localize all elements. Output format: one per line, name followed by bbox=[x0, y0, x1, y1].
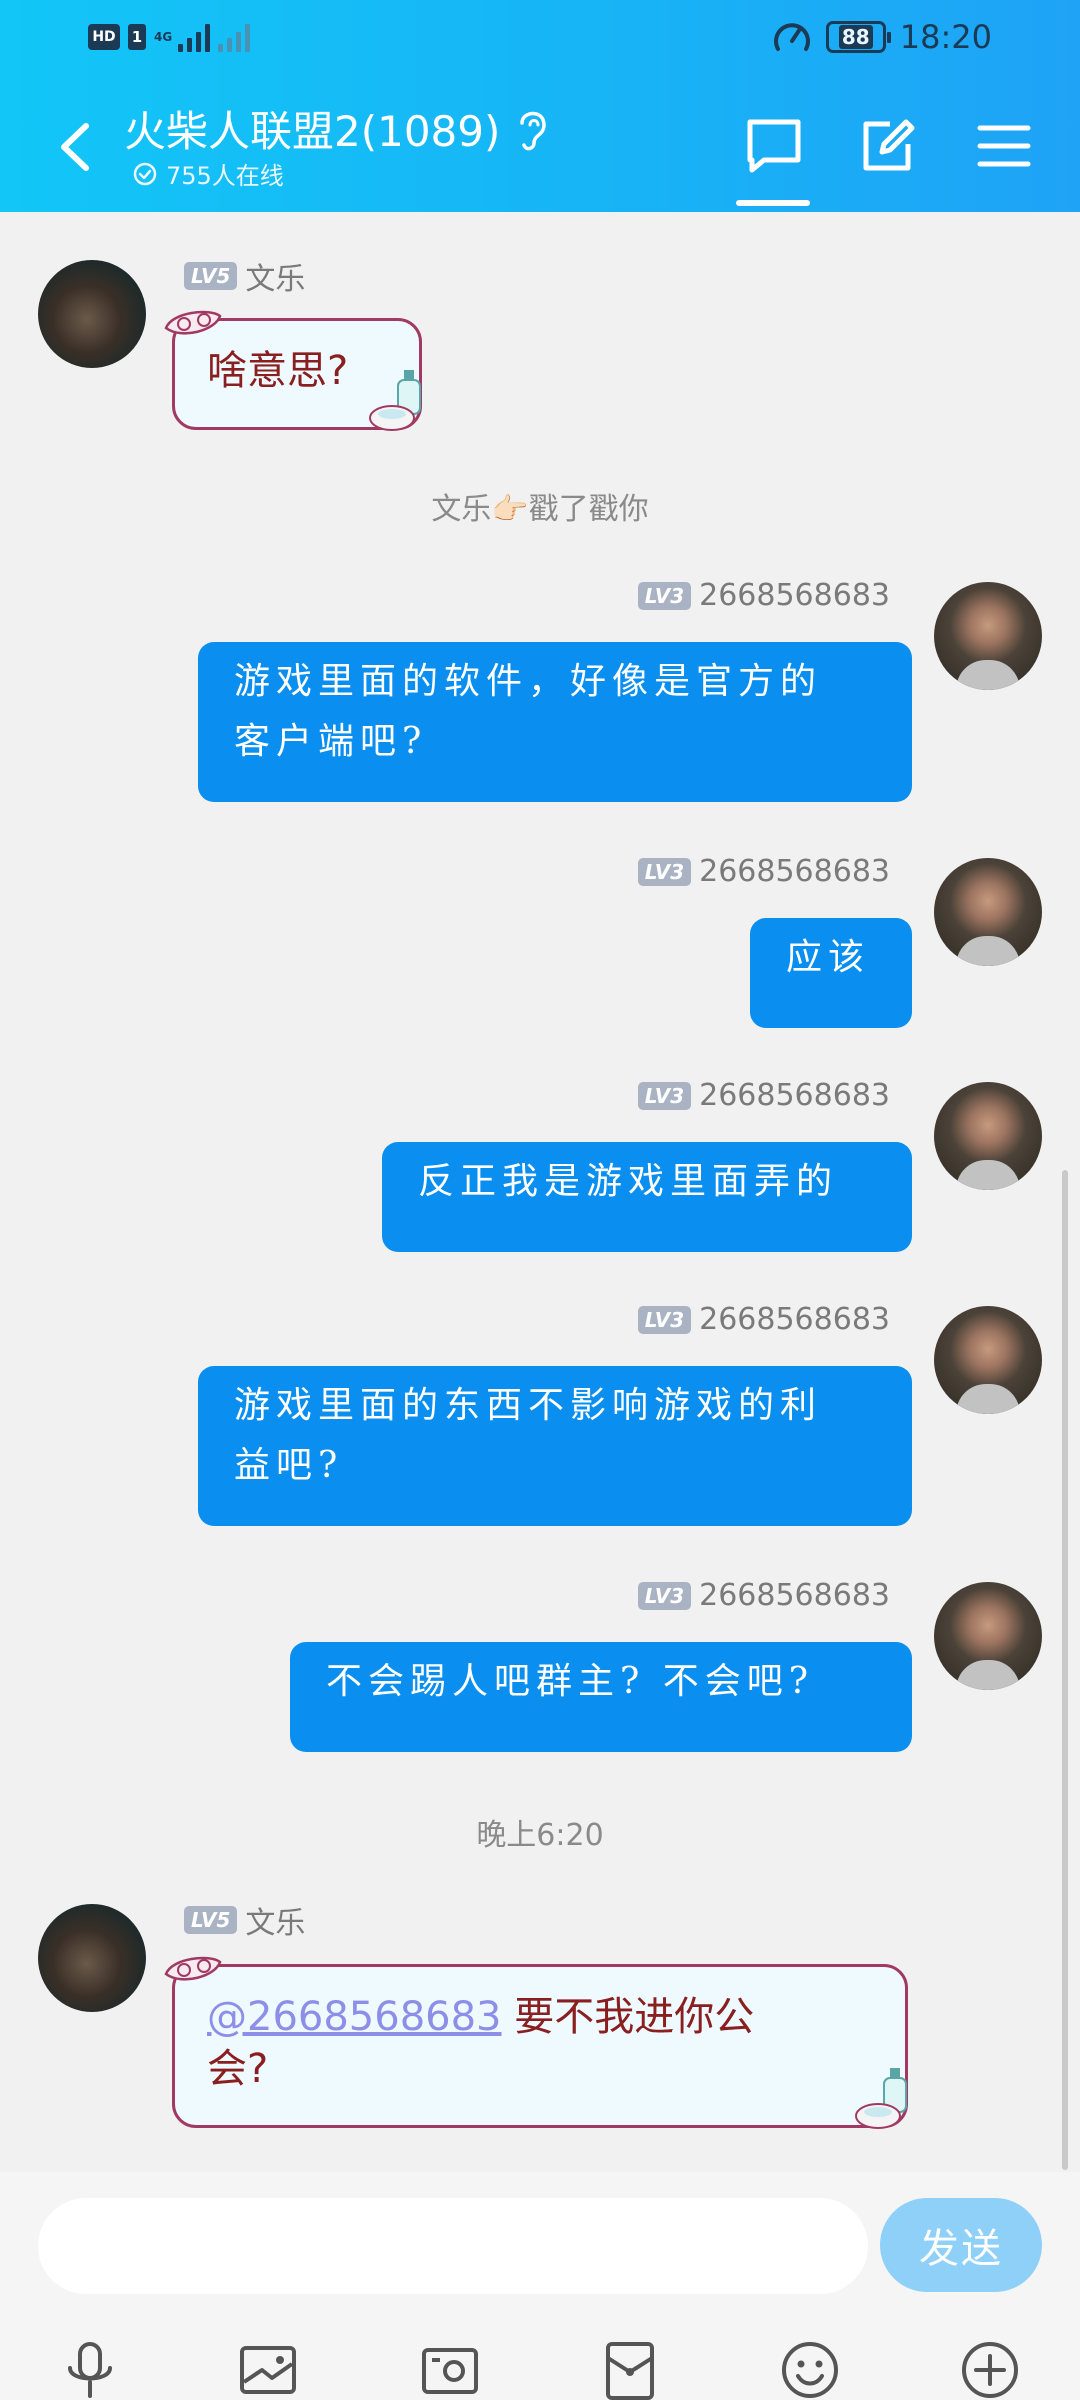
network-group: 4G bbox=[154, 30, 173, 44]
signal-icon bbox=[178, 22, 211, 52]
message-meta: LV3 2668568683 bbox=[637, 578, 890, 613]
network-label: 4G bbox=[154, 30, 173, 44]
avatar[interactable] bbox=[38, 1904, 146, 2012]
level-badge: LV3 bbox=[637, 581, 692, 610]
chat-tab-icon[interactable] bbox=[742, 114, 806, 178]
message-meta: LV3 2668568683 bbox=[637, 1078, 890, 1113]
message-input[interactable] bbox=[38, 2198, 868, 2294]
timestamp: 晚上6:20 bbox=[476, 1818, 604, 1853]
speed-icon bbox=[773, 23, 810, 51]
active-tab-indicator bbox=[736, 200, 810, 206]
menu-icon[interactable] bbox=[972, 114, 1036, 178]
chat-header: HD 1 4G 88 18:20 火柴人联盟2(1089) 755人在线 bbox=[0, 0, 1080, 212]
online-count: 755人在线 bbox=[166, 162, 284, 190]
hd-icon: HD bbox=[88, 24, 120, 50]
level-badge: LV5 bbox=[184, 262, 238, 290]
sender-name[interactable]: 2668568683 bbox=[699, 1302, 890, 1337]
message-meta: LV3 2668568683 bbox=[637, 1578, 890, 1613]
status-right: 88 18:20 bbox=[772, 18, 992, 56]
sender-name[interactable]: 文乐 bbox=[245, 1898, 305, 1942]
poke-notice: 文乐👉🏻戳了戳你 bbox=[431, 492, 649, 527]
edit-icon[interactable] bbox=[856, 114, 920, 178]
goggles-sticker-icon bbox=[164, 1956, 222, 1981]
online-status: 755人在线 bbox=[132, 156, 284, 191]
avatar-self[interactable] bbox=[934, 858, 1042, 966]
scrollbar[interactable] bbox=[1062, 1170, 1068, 2170]
emoji-icon[interactable] bbox=[778, 2338, 842, 2400]
message-bubble[interactable]: 反正我是游戏里面弄的 bbox=[382, 1142, 912, 1252]
group-title: 火柴人联盟2(1089) bbox=[124, 107, 501, 156]
mention-link[interactable]: @2668568683 bbox=[207, 1994, 502, 2040]
signal-2-icon bbox=[218, 22, 251, 52]
input-bar: 发送 bbox=[0, 2172, 1080, 2400]
group-title-row[interactable]: 火柴人联盟2(1089) bbox=[124, 98, 550, 159]
clock: 18:20 bbox=[899, 18, 992, 56]
battery-icon: 88 bbox=[825, 21, 891, 53]
message-meta: LV5 文乐 bbox=[184, 1898, 305, 1942]
message-line: 不会踢人吧群主? 不会吧? bbox=[326, 1661, 815, 1702]
message-bubble[interactable]: @2668568683 要不我进你公 会? bbox=[172, 1964, 908, 2128]
soap-sticker-icon bbox=[855, 2068, 907, 2129]
ear-icon bbox=[520, 111, 547, 150]
message-bubble[interactable]: 应该 bbox=[750, 918, 912, 1028]
level-badge: LV3 bbox=[637, 1081, 692, 1110]
message-bubble[interactable]: 游戏里面的东西不影响游戏的利 益吧? bbox=[198, 1366, 912, 1526]
level-badge: LV3 bbox=[637, 1305, 692, 1334]
red-packet-icon[interactable] bbox=[598, 2338, 662, 2400]
avatar-self[interactable] bbox=[934, 1082, 1042, 1190]
message-meta: LV3 2668568683 bbox=[637, 1302, 890, 1337]
avatar[interactable] bbox=[38, 260, 146, 368]
message-bubble[interactable]: 游戏里面的软件，好像是官方的 客户端吧? bbox=[198, 642, 912, 802]
sender-name[interactable]: 2668568683 bbox=[699, 854, 890, 889]
avatar-self[interactable] bbox=[934, 1306, 1042, 1414]
sim-icon: 1 bbox=[128, 24, 146, 50]
status-left: HD 1 4G bbox=[88, 22, 251, 52]
back-icon[interactable] bbox=[50, 112, 100, 182]
level-badge: LV5 bbox=[184, 1906, 238, 1934]
plus-icon[interactable] bbox=[958, 2338, 1022, 2400]
send-button[interactable]: 发送 bbox=[880, 2198, 1042, 2292]
message-line: 反正我是游戏里面弄的 bbox=[418, 1161, 839, 1202]
message-text: 要不我进你公 bbox=[501, 1994, 755, 2040]
sender-name[interactable]: 2668568683 bbox=[699, 578, 890, 613]
avatar-self[interactable] bbox=[934, 582, 1042, 690]
sender-name[interactable]: 2668568683 bbox=[699, 1078, 890, 1113]
message-line: 应该 bbox=[786, 937, 871, 978]
message-meta: LV5 文乐 bbox=[184, 254, 305, 298]
soap-sticker-icon bbox=[369, 370, 421, 431]
message-line: 益吧? bbox=[234, 1445, 344, 1486]
avatar-self[interactable] bbox=[934, 1582, 1042, 1690]
message-line: 游戏里面的软件，好像是官方的 bbox=[234, 661, 823, 702]
goggles-sticker-icon bbox=[164, 310, 222, 335]
online-check-icon bbox=[133, 162, 157, 185]
level-badge: LV3 bbox=[637, 1581, 692, 1610]
message-bubble[interactable]: 不会踢人吧群主? 不会吧? bbox=[290, 1642, 912, 1752]
status-bar: HD 1 4G 88 18:20 bbox=[0, 0, 1080, 80]
image-icon[interactable] bbox=[236, 2338, 300, 2400]
message-meta: LV3 2668568683 bbox=[637, 854, 890, 889]
battery-level: 88 bbox=[838, 25, 873, 49]
level-badge: LV3 bbox=[637, 857, 692, 886]
message-text: 啥意思? bbox=[207, 348, 349, 394]
camera-icon[interactable] bbox=[418, 2338, 482, 2400]
sender-name[interactable]: 文乐 bbox=[245, 254, 305, 298]
message-text-line2: 会? bbox=[207, 2046, 269, 2092]
message-line: 游戏里面的东西不影响游戏的利 bbox=[234, 1385, 823, 1426]
chat-area[interactable]: LV5 文乐 啥意思? 文乐👉🏻戳了戳你 LV3 2668568683 游戏里面… bbox=[0, 212, 1080, 2172]
message-line: 客户端吧? bbox=[234, 721, 428, 762]
sender-name[interactable]: 2668568683 bbox=[699, 1578, 890, 1613]
microphone-icon[interactable] bbox=[58, 2338, 122, 2400]
